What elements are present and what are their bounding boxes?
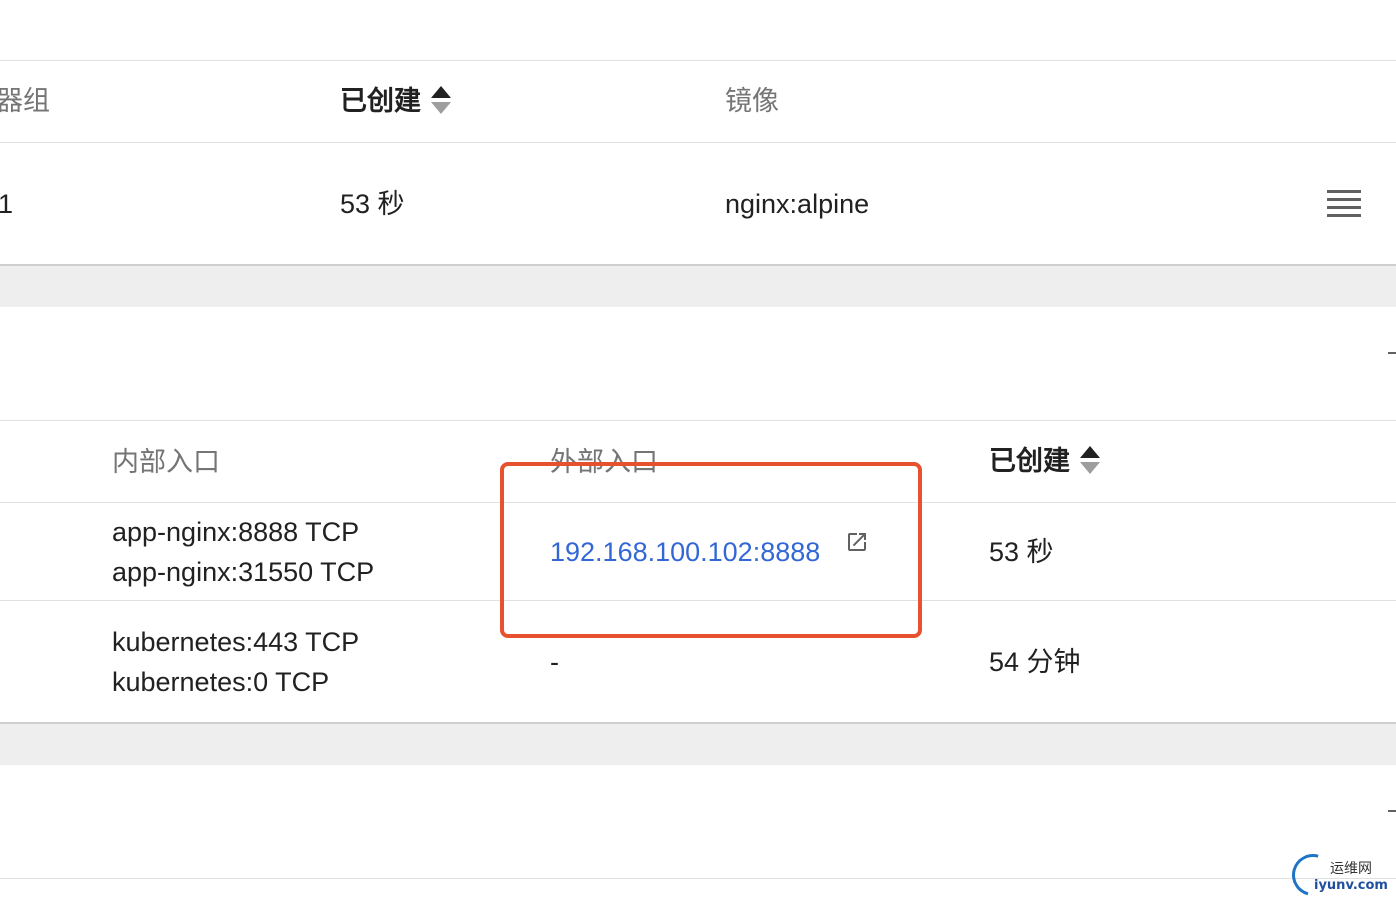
- sort-icon[interactable]: [431, 86, 451, 116]
- header-external-endpoints: 外部入口: [550, 447, 658, 477]
- header-pods-partial: 器组: [0, 86, 50, 116]
- page: 器组 已创建 镜像 1 53 秒 nginx:alpine 内部入口 外部入口 …: [0, 0, 1396, 902]
- divider: [0, 60, 1396, 61]
- header-created-sortable[interactable]: 已创建: [340, 86, 451, 118]
- divider: [0, 502, 1396, 503]
- header-internal-endpoints: 内部入口: [112, 447, 220, 477]
- cell-pods-partial: 1: [0, 189, 14, 219]
- divider: [0, 420, 1396, 421]
- cell-created: 53 秒: [340, 189, 405, 219]
- cell-created: 54 分钟: [989, 647, 1081, 677]
- card-menu-edge-icon[interactable]: [1388, 810, 1396, 812]
- header-created-sortable[interactable]: 已创建: [989, 446, 1100, 478]
- card-menu-edge-icon[interactable]: [1388, 352, 1396, 354]
- open-in-new-icon[interactable]: [845, 530, 869, 554]
- cell-internal-endpoint: app-nginx:8888 TCP: [112, 517, 360, 547]
- external-endpoint-link[interactable]: 192.168.100.102:8888: [550, 539, 820, 566]
- cell-external-endpoint: -: [550, 647, 559, 677]
- cell-internal-endpoint: app-nginx:31550 TCP: [112, 557, 375, 587]
- sort-icon[interactable]: [1080, 446, 1100, 476]
- card-gap: [0, 722, 1396, 765]
- cell-internal-endpoint: kubernetes:443 TCP: [112, 627, 360, 657]
- external-endpoint-text[interactable]: 192.168.100.102:8888: [550, 537, 820, 567]
- watermark-cn-text: 运维网: [1330, 861, 1372, 877]
- watermark-logo: 运维网 iyunv.com: [1284, 846, 1396, 902]
- divider: [0, 600, 1396, 601]
- header-created-label: 已创建: [989, 446, 1070, 477]
- card-gap: [0, 264, 1396, 307]
- divider: [0, 142, 1396, 143]
- divider: [0, 878, 1396, 879]
- cell-created: 53 秒: [989, 537, 1054, 567]
- watermark-en-text: iyunv.com: [1314, 878, 1388, 893]
- cell-internal-endpoint: kubernetes:0 TCP: [112, 667, 330, 697]
- row-menu-icon[interactable]: [1327, 190, 1361, 218]
- header-created-label: 已创建: [340, 86, 421, 117]
- cell-image: nginx:alpine: [725, 189, 870, 219]
- header-image: 镜像: [725, 86, 779, 116]
